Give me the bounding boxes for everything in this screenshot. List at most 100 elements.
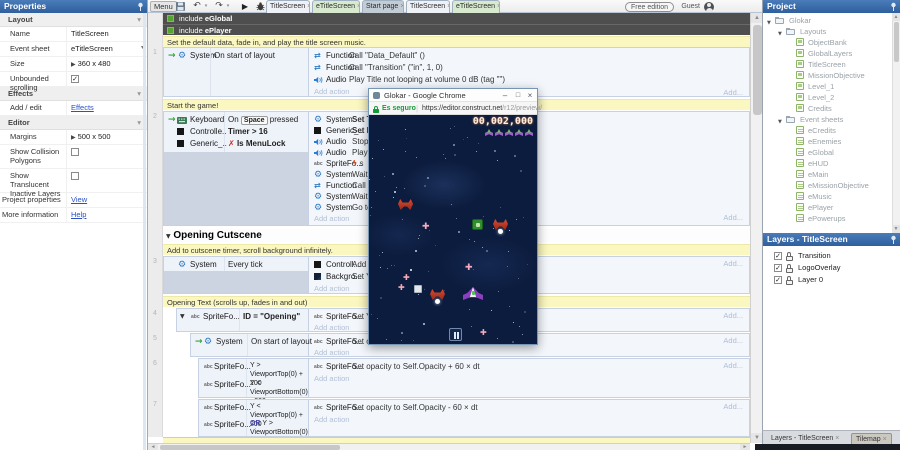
collapse-icon[interactable]: ▼ — [180, 311, 185, 323]
pause-button[interactable] — [449, 328, 462, 341]
add-action-link[interactable]: Add action — [314, 86, 349, 98]
add-link[interactable]: Add... — [723, 88, 743, 98]
tab-start-page[interactable]: Start page × — [362, 0, 404, 13]
close-icon[interactable]: × — [835, 435, 839, 442]
save-icon[interactable] — [174, 0, 186, 13]
tree-item-sheet[interactable]: eMissionObjective — [763, 180, 891, 191]
chrome-titlebar[interactable]: Glokar - Google Chrome – □ × — [369, 89, 537, 102]
add-link[interactable]: Add... — [723, 402, 743, 412]
close-icon[interactable]: × — [447, 3, 449, 10]
add-link[interactable]: Add... — [723, 336, 743, 346]
event-6[interactable]: abc SpriteFo... Y > ViewportTop(0) + 200… — [198, 358, 750, 405]
properties-scrollbar[interactable] — [143, 13, 146, 450]
scroll-thumb[interactable] — [160, 445, 340, 450]
view-link[interactable]: View — [71, 195, 87, 204]
prop-value-size[interactable]: ▶ 360 x 480 — [66, 57, 147, 71]
event-5-conditions[interactable]: → ⚙ System On start of layout — [191, 334, 312, 356]
add-link[interactable]: Add... — [723, 361, 743, 371]
translucent-checkbox[interactable] — [71, 172, 79, 181]
event-1-conditions[interactable]: → ⚙ System On start of layout — [164, 48, 309, 96]
play-icon[interactable]: ▶ — [240, 0, 250, 13]
tree-item-sheet[interactable]: eMusic — [763, 191, 891, 202]
event-4-conditions[interactable]: ▼ abc SpriteFo... ID = "Opening" — [177, 309, 309, 331]
maximize-icon[interactable]: □ — [512, 89, 524, 102]
tree-item-glokar[interactable]: ▼ Glokar — [763, 15, 891, 26]
collapse-icon[interactable]: ▼ — [166, 233, 171, 240]
lock-icon[interactable] — [786, 251, 794, 261]
section-effects[interactable]: ▾ Effects — [0, 87, 147, 101]
tree-item-layouts[interactable]: ▼ Layouts — [763, 26, 891, 37]
menu-button[interactable]: Menu — [150, 1, 177, 12]
scroll-up-icon[interactable]: ▲ — [751, 13, 762, 23]
include-eplayer[interactable]: include ePlayer — [163, 24, 750, 35]
action-text[interactable]: Play Title not looping at volume 0 dB (t… — [349, 74, 505, 86]
action-text[interactable]: Call "Data_Default" () — [349, 50, 425, 62]
expand-icon[interactable]: ▶ — [71, 135, 76, 141]
redo-icon[interactable]: ↷ — [214, 0, 224, 13]
tree-item-sheet[interactable]: eEnemies — [763, 136, 891, 147]
add-action-link[interactable]: Add action — [314, 373, 349, 385]
unbounded-checkbox[interactable]: ✓ — [71, 75, 79, 84]
redo-dropdown-icon[interactable]: ▾ — [225, 0, 231, 13]
close-icon[interactable]: × — [357, 3, 359, 10]
project-scrollbar[interactable]: ▲ ▼ — [892, 13, 900, 233]
layer-visible-checkbox[interactable]: ✓ — [774, 251, 782, 260]
pin-icon[interactable] — [890, 2, 897, 11]
add-link[interactable]: Add... — [723, 213, 743, 223]
layer-visible-checkbox[interactable]: ✓ — [774, 263, 782, 272]
tree-item-sheet[interactable]: eCredits — [763, 125, 891, 136]
event-3-conditions[interactable]: ⚙ System Every tick — [164, 257, 309, 293]
chrome-urlbar[interactable]: Es seguro | https://editor.construct.net… — [369, 102, 542, 115]
tree-item-layout[interactable]: ObjectBank — [763, 37, 891, 48]
add-action-link[interactable]: Add action — [314, 414, 349, 426]
close-icon[interactable]: × — [883, 436, 887, 443]
event-7-conditions[interactable]: abc SpriteFo... Y < ViewportTop(0) + 200… — [199, 400, 309, 445]
layer-row-transition[interactable]: ✓ Transition — [763, 250, 900, 262]
prop-value-margins[interactable]: ▶ 500 x 500 — [66, 130, 147, 144]
event-sheet-vscrollbar[interactable]: ▲ ▼ — [750, 13, 762, 443]
event-sheet-hscrollbar[interactable]: ◄ ► — [148, 443, 750, 450]
include-eglobal[interactable]: include eGlobal — [163, 13, 750, 24]
lock-icon[interactable] — [786, 263, 794, 273]
layer-row-logooverlay[interactable]: ✓ LogoOverlay — [763, 262, 900, 274]
undo-dropdown-icon[interactable]: ▾ — [203, 0, 209, 13]
tree-item-sheet[interactable]: eGlobal — [763, 147, 891, 158]
close-icon[interactable]: × — [307, 3, 309, 10]
tab-tilemap[interactable]: Tilemap × — [851, 432, 892, 445]
tab-layers-titlescreen[interactable]: Layers - TitleScreen × — [767, 433, 843, 445]
tab-etitlescreen-2[interactable]: eTitleScreen× — [452, 0, 500, 13]
help-link[interactable]: Help — [71, 210, 86, 219]
add-action-link[interactable]: Add action — [314, 213, 349, 225]
chrome-preview-window[interactable]: Glokar - Google Chrome – □ × Es seguro |… — [368, 88, 542, 345]
add-link[interactable]: Add... — [723, 259, 743, 269]
close-icon[interactable]: × — [497, 3, 499, 10]
scroll-thumb[interactable] — [752, 25, 762, 115]
collision-checkbox[interactable] — [71, 148, 79, 157]
game-canvas[interactable]: 00,002,000 ✚ ✚ ✚ ✚ ✚ — [369, 115, 537, 344]
expand-icon[interactable]: ▶ — [71, 62, 76, 68]
tree-item-layout[interactable]: TitleScreen — [763, 59, 891, 70]
tab-titlescreen-1[interactable]: TitleScreen× — [266, 0, 310, 13]
section-editor[interactable]: ▾ Editor — [0, 116, 147, 130]
add-link[interactable]: Add... — [723, 311, 743, 321]
pin-icon[interactable] — [137, 2, 144, 11]
scroll-thumb[interactable] — [894, 22, 899, 62]
tree-item-sheet[interactable]: eHUD — [763, 158, 891, 169]
pin-icon[interactable] — [890, 235, 897, 244]
scroll-down-icon[interactable]: ▼ — [892, 225, 900, 233]
layer-row-layer0[interactable]: ✓ Layer 0 — [763, 274, 900, 286]
layer-visible-checkbox[interactable]: ✓ — [774, 275, 782, 284]
tree-item-sheet[interactable]: ePlayer — [763, 202, 891, 213]
tab-titlescreen-2[interactable]: TitleScreen× — [406, 0, 450, 13]
tree-item-layout[interactable]: Level_2 — [763, 92, 891, 103]
tree-item-layout[interactable]: MissionObjective — [763, 70, 891, 81]
minimize-icon[interactable]: – — [499, 89, 511, 102]
prop-value-event-sheet[interactable]: eTitleScreen▾ — [66, 42, 147, 56]
scroll-left-icon[interactable]: ◄ — [148, 444, 158, 450]
tree-item-layout[interactable]: GlobalLayers — [763, 48, 891, 59]
avatar[interactable] — [704, 1, 714, 12]
action-text[interactable]: Call "Transition" ("in", 1, 0) — [349, 62, 443, 74]
tree-item-sheet[interactable]: eMain — [763, 169, 891, 180]
tab-etitlescreen-1[interactable]: eTitleScreen× — [312, 0, 360, 13]
event-6-conditions[interactable]: abc SpriteFo... Y > ViewportTop(0) + 200… — [199, 359, 309, 405]
